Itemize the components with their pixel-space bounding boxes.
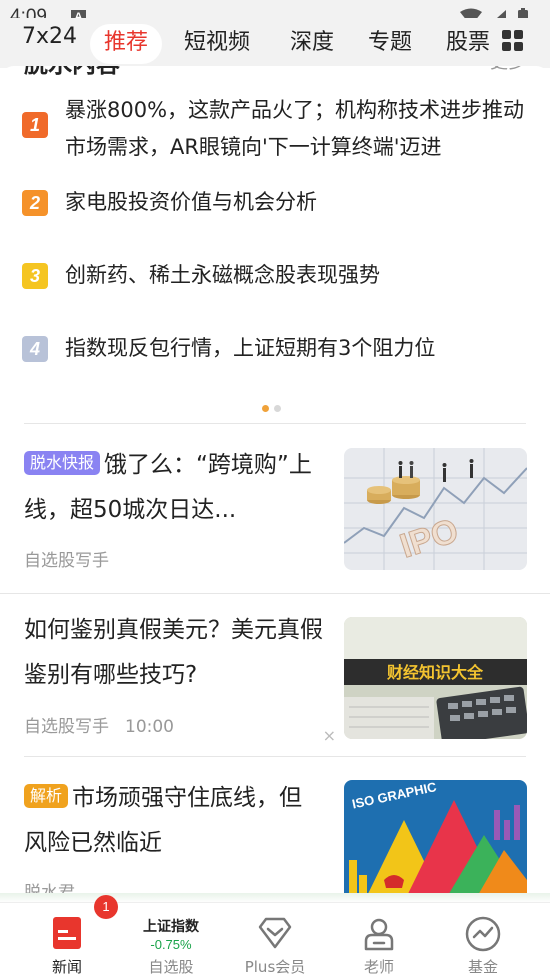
hot-item-text: 家电股投资价值与机会分析	[65, 190, 317, 214]
ipo-coins-image: IPO	[344, 448, 527, 570]
close-icon[interactable]: ×	[323, 726, 336, 745]
news-meta: 自选股写手	[24, 546, 125, 571]
image-caption: 财经知识大全	[386, 663, 484, 682]
hot-section-more[interactable]: 更多	[490, 66, 526, 74]
carousel-dots	[262, 397, 286, 416]
nav-label: 自选股	[148, 958, 194, 976]
nav-news[interactable]: 1 新闻	[12, 895, 122, 979]
hot-section-title: 脱水内容	[24, 66, 120, 79]
nav-label: 基金	[467, 958, 498, 976]
hot-item-text: 暴涨800%，这款产品火了；机构称技术进步推动市场需求，AR眼镜向'下一计算终端…	[65, 98, 525, 159]
news-time: 10:00	[125, 717, 174, 737]
news-title: 如何鉴别真假美元？美元真假鉴别有哪些技巧?	[24, 608, 324, 698]
news-source: 自选股写手	[24, 717, 109, 737]
fund-icon	[465, 916, 501, 952]
news-icon	[53, 917, 81, 949]
carousel-dot-active	[262, 405, 269, 412]
bottom-nav: 1 新闻 上证指数 -0.75% 自选股 Plus会员 老师 基金	[0, 895, 550, 979]
iso-graphic-image: ISO GRAPHIC	[344, 780, 527, 896]
nav-label: 新闻	[51, 958, 82, 976]
diamond-icon	[258, 917, 292, 949]
news-badge: 解析	[24, 784, 69, 808]
nav-label: 老师	[363, 958, 394, 976]
nav-label: Plus会员	[244, 958, 306, 976]
tab-recommended[interactable]: 推荐	[90, 24, 163, 64]
index-change: -0.75%	[150, 937, 192, 952]
tab-depth[interactable]: 深度	[290, 24, 334, 56]
news-meta: 自选股写手 10:00	[24, 712, 190, 737]
channel-tabs: 7x24 推荐 短视频 深度 专题 股票	[0, 18, 550, 68]
divider	[24, 756, 526, 757]
news-badge: 脱水快报	[24, 451, 101, 475]
teacher-icon	[364, 918, 394, 951]
finance-knowledge-image: 财经知识大全	[344, 617, 527, 739]
news-title-text: 如何鉴别真假美元？美元真假鉴别有哪些技巧?	[24, 617, 323, 688]
news-title: 脱水快报 饿了么：“跨境购”上线，超50城次日达...	[24, 443, 324, 533]
content-card: 脱水内容 更多 1 暴涨800%，这款产品火了；机构称技术进步推动市场需求，AR…	[0, 66, 550, 896]
tab-stocks[interactable]: 股票	[446, 24, 490, 56]
tab-7x24[interactable]: 7x24	[22, 24, 77, 49]
rank-badge: 4	[22, 336, 48, 362]
news-title: 解析 市场顽强守住底线，但风险已然临近	[24, 776, 324, 866]
index-name: 上证指数	[143, 919, 199, 935]
rank-badge: 3	[22, 263, 48, 289]
channel-grid-icon[interactable]	[502, 30, 524, 52]
hot-item-text: 指数现反包行情，上证短期有3个阻力位	[65, 336, 436, 360]
divider	[0, 593, 550, 594]
notification-badge: 1	[94, 895, 118, 919]
tab-topics[interactable]: 专题	[368, 24, 412, 56]
nav-plus[interactable]: Plus会员	[220, 903, 330, 979]
carousel-dot	[274, 405, 281, 412]
tab-short-video[interactable]: 短视频	[184, 24, 250, 56]
nav-teacher[interactable]: 老师	[324, 903, 434, 979]
rank-badge: 2	[22, 190, 48, 216]
news-source: 自选股写手	[24, 551, 109, 571]
nav-fund[interactable]: 基金	[428, 903, 538, 979]
nav-watchlist[interactable]: 上证指数 -0.75% 自选股	[116, 903, 226, 979]
rank-badge: 1	[22, 112, 48, 138]
divider	[24, 423, 526, 424]
hot-item-text: 创新药、稀土永磁概念股表现强势	[65, 263, 380, 287]
